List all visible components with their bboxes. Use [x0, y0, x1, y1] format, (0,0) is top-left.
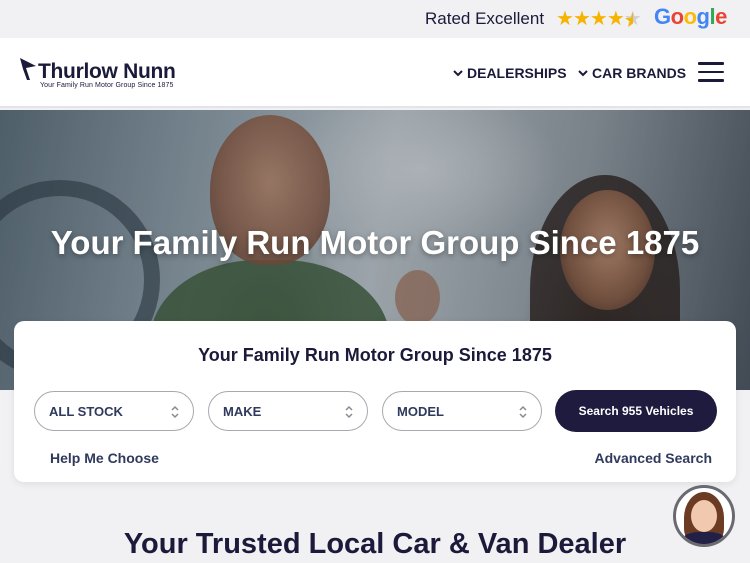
- make-select[interactable]: MAKE: [208, 391, 368, 431]
- star-icon: ★: [556, 8, 574, 30]
- section-title: Your Trusted Local Car & Van Dealer: [123, 528, 627, 560]
- search-vehicles-button[interactable]: Search 955 Vehicles: [555, 390, 717, 432]
- nav-car-brands-label: CAR BRANDS: [592, 65, 687, 81]
- nav-dealerships-label: DEALERSHIPS: [467, 65, 567, 81]
- sort-arrows-icon: [171, 405, 179, 419]
- logo-name[interactable]: Thurlow Nunn: [38, 60, 176, 84]
- logo-arrow-icon: [20, 58, 36, 80]
- star-icon: ★: [606, 8, 625, 30]
- model-select-value: MODEL: [397, 403, 444, 419]
- half-star-icon: ★: [624, 8, 642, 30]
- help-me-choose-link[interactable]: Help Me Choose: [50, 450, 159, 466]
- model-select[interactable]: MODEL: [382, 391, 542, 431]
- sort-arrows-icon: [519, 405, 527, 419]
- nav-car-brands[interactable]: CAR BRANDS: [578, 65, 686, 81]
- star-icon: ★: [572, 8, 591, 30]
- chat-assistant-avatar[interactable]: [673, 485, 735, 547]
- logo-tagline: Your Family Run Motor Group Since 1875: [40, 82, 174, 89]
- hero-title: Your Family Run Motor Group Since 1875: [50, 224, 700, 261]
- stock-select-value: ALL STOCK: [49, 403, 123, 419]
- star-rating: ★★★★★: [556, 6, 642, 31]
- google-logo: Google: [654, 4, 727, 29]
- sort-arrows-icon: [345, 405, 353, 419]
- nav-dealerships[interactable]: DEALERSHIPS: [453, 65, 567, 81]
- advanced-search-link[interactable]: Advanced Search: [595, 450, 713, 466]
- rating-label: Rated Excellent: [425, 9, 545, 28]
- rating-bar: Rated Excellent ★★★★★ Google: [0, 0, 750, 38]
- make-select-value: MAKE: [223, 403, 262, 419]
- chevron-down-icon: [578, 70, 588, 77]
- stock-select[interactable]: ALL STOCK: [34, 391, 194, 431]
- search-card-title: Your Family Run Motor Group Since 1875: [198, 345, 552, 365]
- vehicle-search-card: Your Family Run Motor Group Since 1875 A…: [14, 321, 736, 482]
- menu-hamburger-icon[interactable]: [698, 62, 724, 84]
- star-icon: ★: [589, 8, 608, 30]
- site-header: Thurlow Nunn Your Family Run Motor Group…: [0, 38, 750, 108]
- chevron-down-icon: [453, 70, 463, 77]
